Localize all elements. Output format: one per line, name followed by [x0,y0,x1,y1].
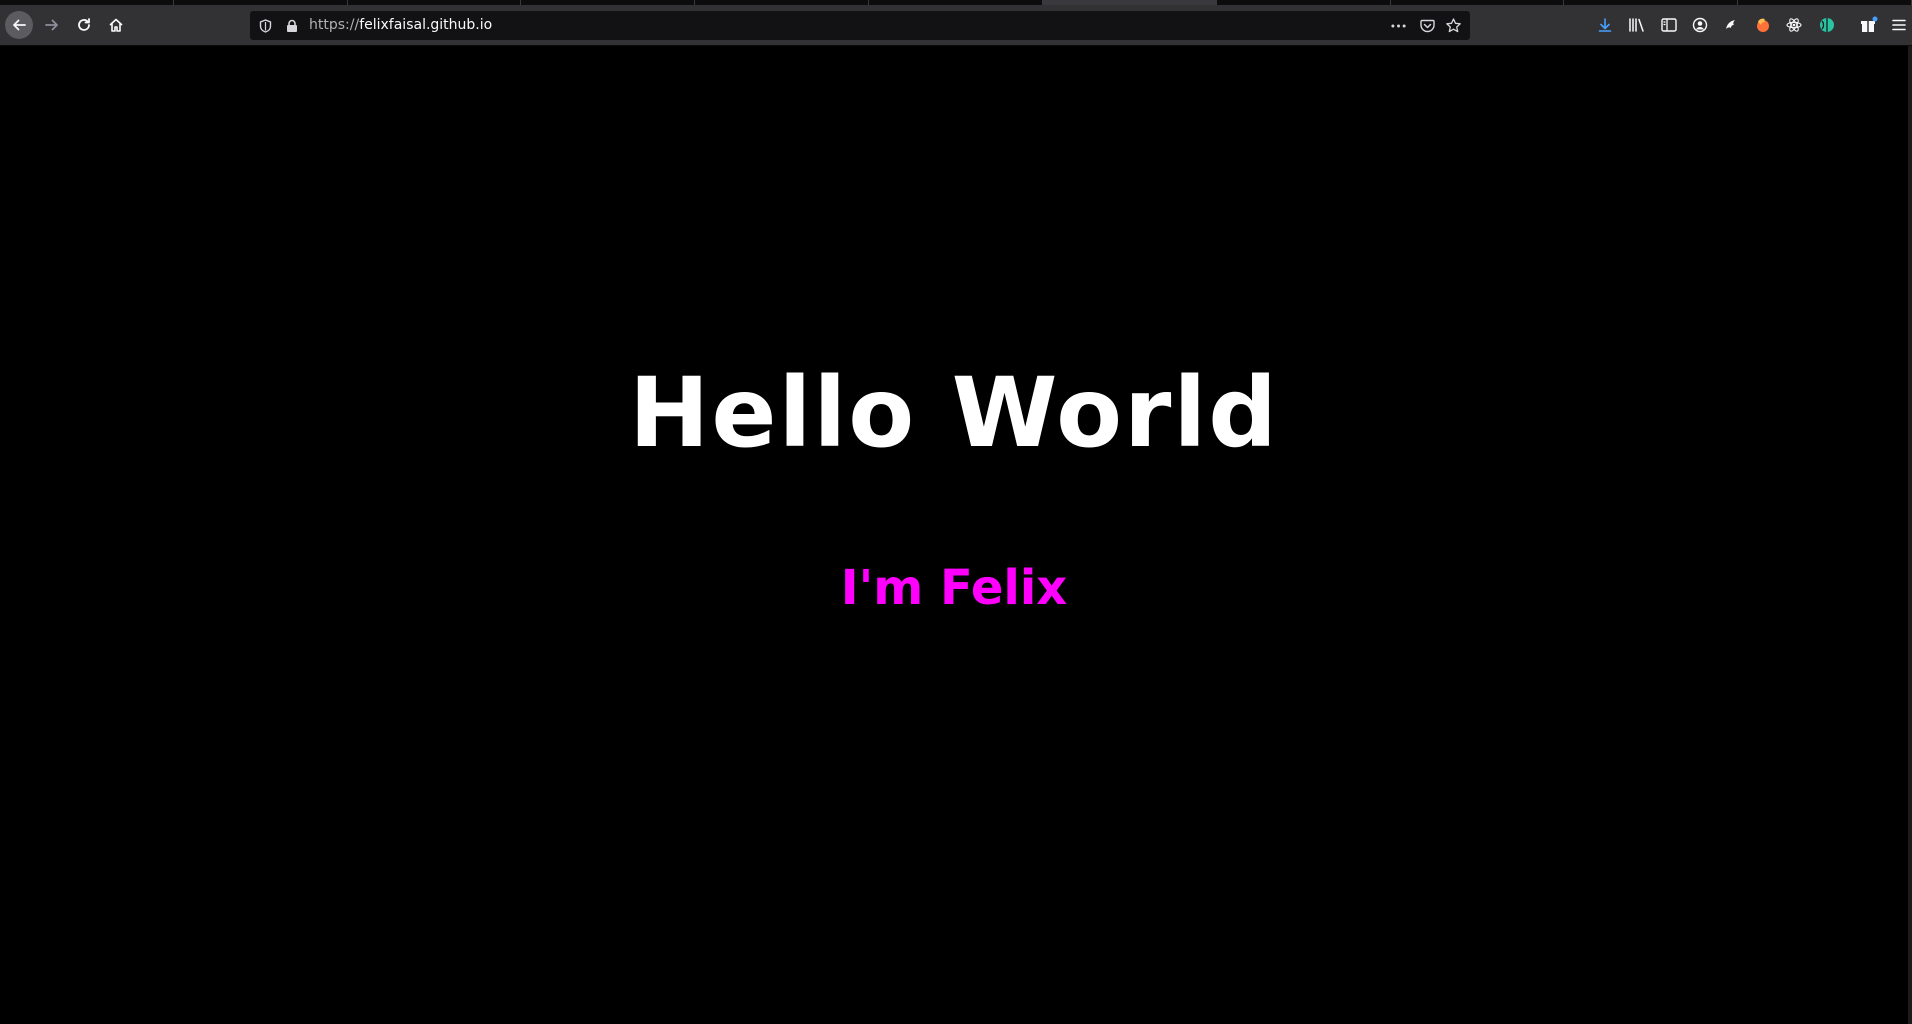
hamburger-menu-icon[interactable] [1889,15,1909,35]
address-bar[interactable]: https://felixfaisal.github.io [250,11,1470,40]
home-button[interactable] [102,11,130,39]
forward-button[interactable] [38,11,66,39]
page-subtitle: I'm Felix [840,560,1068,616]
page-title: Hello World [628,357,1280,469]
back-arrow-icon [13,19,26,31]
star-icon[interactable] [1446,18,1461,33]
url-text[interactable]: https://felixfaisal.github.io [309,17,492,34]
globe-icon[interactable] [1817,15,1837,35]
pocket-icon[interactable] [1420,18,1435,33]
more-icon[interactable] [1391,18,1406,33]
account-icon[interactable] [1690,15,1710,35]
scrollbar[interactable] [1908,46,1912,1024]
download-icon[interactable] [1595,15,1615,35]
browser-toolbar: https://felixfaisal.github.io [0,5,1912,46]
home-icon [109,18,123,32]
reload-button[interactable] [70,11,98,39]
firefox-icon[interactable] [1753,15,1773,35]
page-content: Hello World I'm Felix [0,46,1908,1024]
gift-icon[interactable] [1859,15,1879,35]
url-host: felixfaisal.github.io [359,17,493,33]
back-button[interactable] [5,11,33,39]
sidebar-icon[interactable] [1659,15,1679,35]
lock-icon[interactable] [284,18,299,33]
reload-icon [78,18,90,31]
library-icon[interactable] [1627,15,1647,35]
url-protocol: https:// [309,17,360,33]
extension-icon[interactable] [1721,15,1741,35]
forward-arrow-icon [45,19,58,31]
react-icon[interactable] [1784,15,1804,35]
shield-icon[interactable] [258,18,273,33]
